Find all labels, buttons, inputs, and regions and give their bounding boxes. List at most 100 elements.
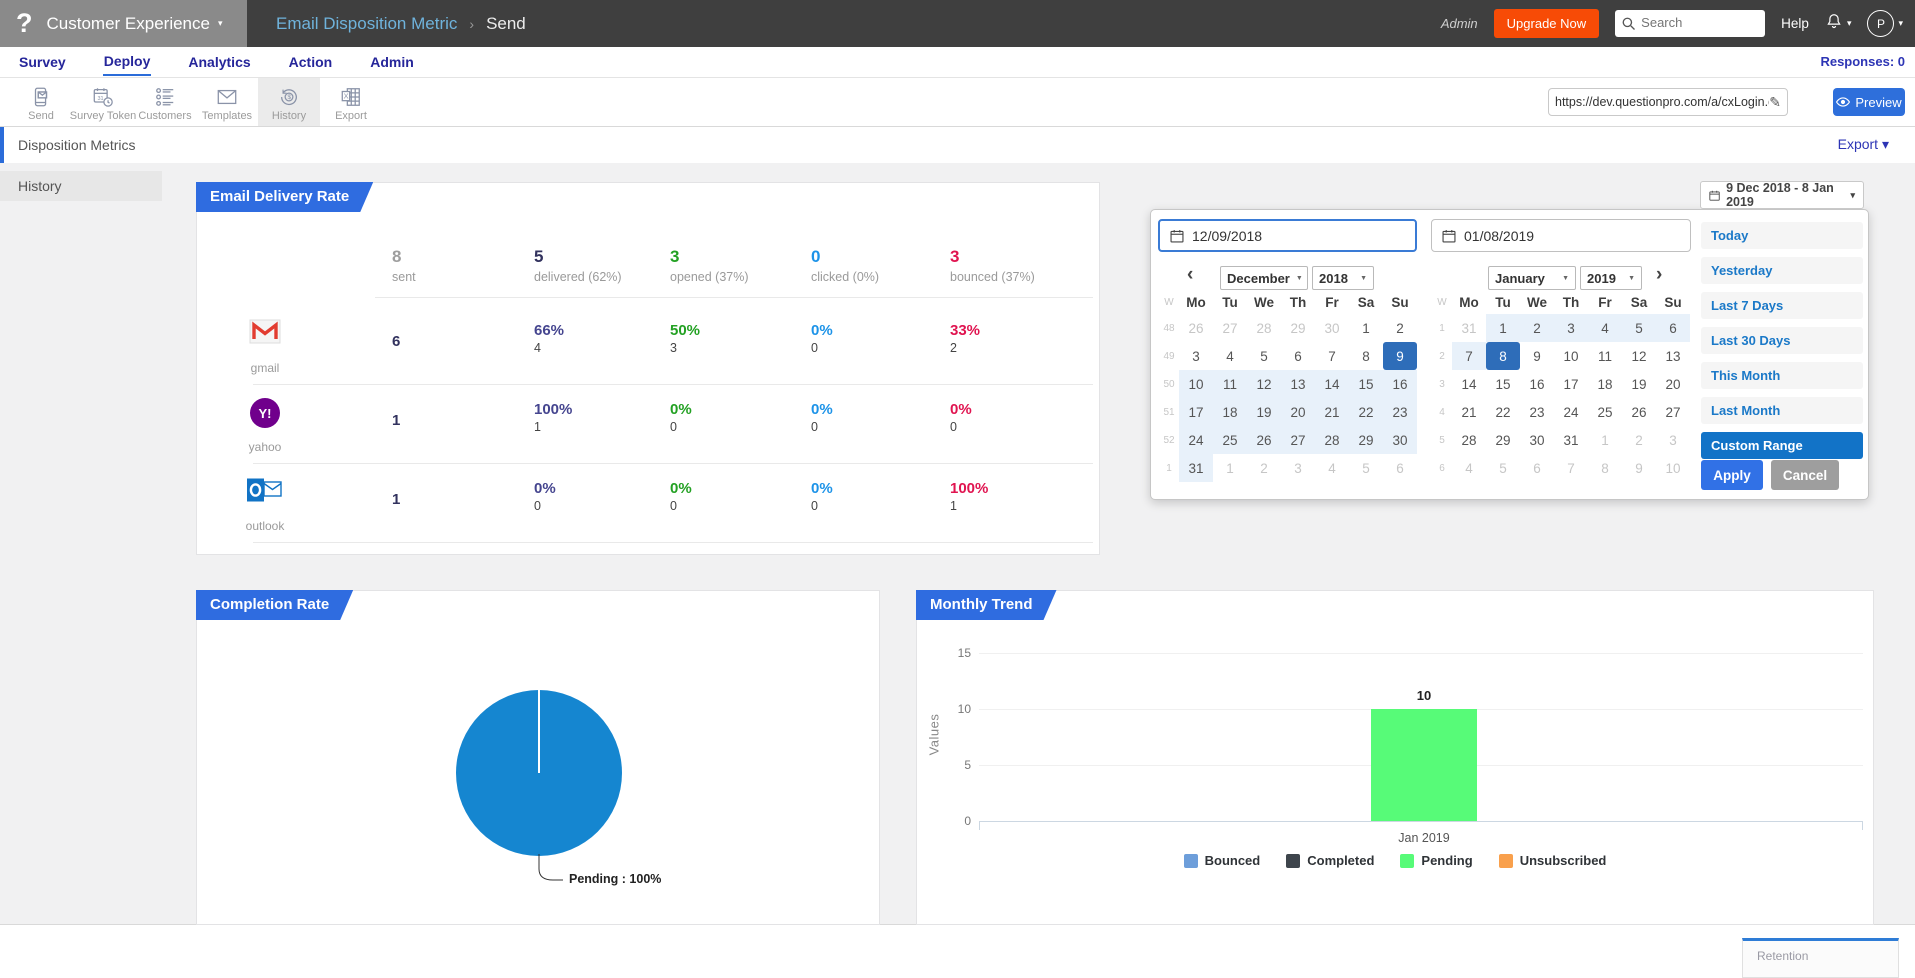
calendar-day[interactable]: 26 <box>1622 398 1656 426</box>
preset-yesterday[interactable]: Yesterday <box>1701 257 1863 284</box>
breadcrumb-survey-link[interactable]: Email Disposition Metric <box>276 14 457 34</box>
legend-item-completed[interactable]: Completed <box>1286 853 1374 868</box>
calendar-day[interactable]: 3 <box>1656 426 1690 454</box>
calendar-day[interactable]: 17 <box>1179 398 1213 426</box>
nav-tab-action[interactable]: Action <box>288 49 334 75</box>
nav-tab-deploy[interactable]: Deploy <box>103 48 152 76</box>
calendar-day[interactable]: 4 <box>1315 454 1349 482</box>
calendar-day[interactable]: 15 <box>1486 370 1520 398</box>
calendar-day[interactable]: 14 <box>1452 370 1486 398</box>
calendar-day[interactable]: 6 <box>1520 454 1554 482</box>
calendar-day[interactable]: 2 <box>1520 314 1554 342</box>
preset-custom-range[interactable]: Custom Range <box>1701 432 1863 459</box>
calendar-day[interactable]: 9 <box>1383 342 1417 370</box>
preset-last-month[interactable]: Last Month <box>1701 397 1863 424</box>
calendar-day[interactable]: 4 <box>1213 342 1247 370</box>
calendar-day[interactable]: 31 <box>1179 454 1213 482</box>
preset-last-30-days[interactable]: Last 30 Days <box>1701 327 1863 354</box>
calendar-day[interactable]: 12 <box>1622 342 1656 370</box>
prev-month-icon[interactable]: ‹ <box>1187 264 1193 286</box>
toolbar-item-send[interactable]: Send <box>10 78 72 126</box>
calendar-day[interactable]: 9 <box>1520 342 1554 370</box>
preset-last-7-days[interactable]: Last 7 Days <box>1701 292 1863 319</box>
calendar-day[interactable]: 23 <box>1520 398 1554 426</box>
calendar-day[interactable]: 2 <box>1383 314 1417 342</box>
calendar-day[interactable]: 26 <box>1247 426 1281 454</box>
calendar-day[interactable]: 31 <box>1452 314 1486 342</box>
calendar-day[interactable]: 20 <box>1281 398 1315 426</box>
calendar-day[interactable]: 8 <box>1349 342 1383 370</box>
calendar-day[interactable]: 27 <box>1213 314 1247 342</box>
toolbar-item-history[interactable]: $History <box>258 78 320 126</box>
calendar-day[interactable]: 21 <box>1315 398 1349 426</box>
nav-tab-analytics[interactable]: Analytics <box>187 49 251 75</box>
calendar-day[interactable]: 20 <box>1656 370 1690 398</box>
calendar-day[interactable]: 14 <box>1315 370 1349 398</box>
legend-item-pending[interactable]: Pending <box>1400 853 1472 868</box>
workspace-switcher[interactable]: ? Customer Experience ▾ <box>0 0 247 47</box>
calendar-day[interactable]: 10 <box>1656 454 1690 482</box>
legend-item-unsubscribed[interactable]: Unsubscribed <box>1499 853 1607 868</box>
preview-button[interactable]: Preview <box>1833 88 1905 116</box>
calendar-day[interactable]: 30 <box>1520 426 1554 454</box>
preset-this-month[interactable]: This Month <box>1701 362 1863 389</box>
calendar-day[interactable]: 4 <box>1588 314 1622 342</box>
calendar-day[interactable]: 17 <box>1554 370 1588 398</box>
calendar-day[interactable]: 12 <box>1247 370 1281 398</box>
nav-tab-admin[interactable]: Admin <box>369 49 415 75</box>
calendar-day[interactable]: 7 <box>1554 454 1588 482</box>
toolbar-item-export[interactable]: XExport <box>320 78 382 126</box>
upgrade-now-button[interactable]: Upgrade Now <box>1494 9 1600 38</box>
calendar-day[interactable]: 13 <box>1656 342 1690 370</box>
calendar-day[interactable]: 10 <box>1179 370 1213 398</box>
nav-tab-survey[interactable]: Survey <box>18 49 67 75</box>
edit-pencil-icon[interactable]: ✎ <box>1769 94 1781 111</box>
calendar-day[interactable]: 31 <box>1554 426 1588 454</box>
apply-button[interactable]: Apply <box>1701 460 1763 490</box>
calendar-day[interactable]: 18 <box>1588 370 1622 398</box>
calendar-day[interactable]: 23 <box>1383 398 1417 426</box>
calendar-day[interactable]: 19 <box>1247 398 1281 426</box>
calendar-day[interactable]: 24 <box>1179 426 1213 454</box>
calendar-day[interactable]: 22 <box>1486 398 1520 426</box>
calendar-day[interactable]: 10 <box>1554 342 1588 370</box>
calendar-day[interactable]: 29 <box>1349 426 1383 454</box>
calendar-day[interactable]: 25 <box>1588 398 1622 426</box>
retention-popup[interactable]: Retention <box>1742 938 1899 978</box>
calendar-day[interactable]: 16 <box>1520 370 1554 398</box>
calendar-day[interactable]: 28 <box>1452 426 1486 454</box>
calendar-day[interactable]: 24 <box>1554 398 1588 426</box>
calendar-day[interactable]: 1 <box>1588 426 1622 454</box>
calendar-day[interactable]: 11 <box>1588 342 1622 370</box>
calendar-day[interactable]: 1 <box>1486 314 1520 342</box>
calendar-day[interactable]: 18 <box>1213 398 1247 426</box>
start-date-input[interactable] <box>1192 228 1372 244</box>
responses-count[interactable]: Responses: 0 <box>1820 54 1905 69</box>
calendar-day[interactable]: 28 <box>1247 314 1281 342</box>
calendar-day[interactable]: 27 <box>1656 398 1690 426</box>
calendar-day[interactable]: 16 <box>1383 370 1417 398</box>
calendar-day[interactable]: 29 <box>1486 426 1520 454</box>
calendar-day[interactable]: 6 <box>1656 314 1690 342</box>
cancel-button[interactable]: Cancel <box>1771 460 1839 490</box>
sidebar-item-disposition-metrics[interactable]: Disposition Metrics <box>0 127 420 163</box>
calendar-day[interactable]: 2 <box>1247 454 1281 482</box>
calendar-day[interactable]: 4 <box>1452 454 1486 482</box>
survey-url-input[interactable] <box>1555 95 1769 109</box>
calendar-day[interactable]: 29 <box>1281 314 1315 342</box>
calendar-day[interactable]: 1 <box>1349 314 1383 342</box>
preset-today[interactable]: Today <box>1701 222 1863 249</box>
year-select[interactable]: 2019▼ <box>1580 266 1642 290</box>
calendar-day[interactable]: 26 <box>1179 314 1213 342</box>
admin-label[interactable]: Admin <box>1441 16 1478 31</box>
calendar-day[interactable]: 3 <box>1554 314 1588 342</box>
calendar-day[interactable]: 8 <box>1486 342 1520 370</box>
export-dropdown[interactable]: Export ▾ <box>1838 136 1889 153</box>
calendar-day[interactable]: 3 <box>1281 454 1315 482</box>
calendar-day[interactable]: 27 <box>1281 426 1315 454</box>
toolbar-item-templates[interactable]: Templates <box>196 78 258 126</box>
calendar-day[interactable]: 5 <box>1622 314 1656 342</box>
calendar-day[interactable]: 22 <box>1349 398 1383 426</box>
calendar-day[interactable]: 30 <box>1315 314 1349 342</box>
calendar-day[interactable]: 28 <box>1315 426 1349 454</box>
